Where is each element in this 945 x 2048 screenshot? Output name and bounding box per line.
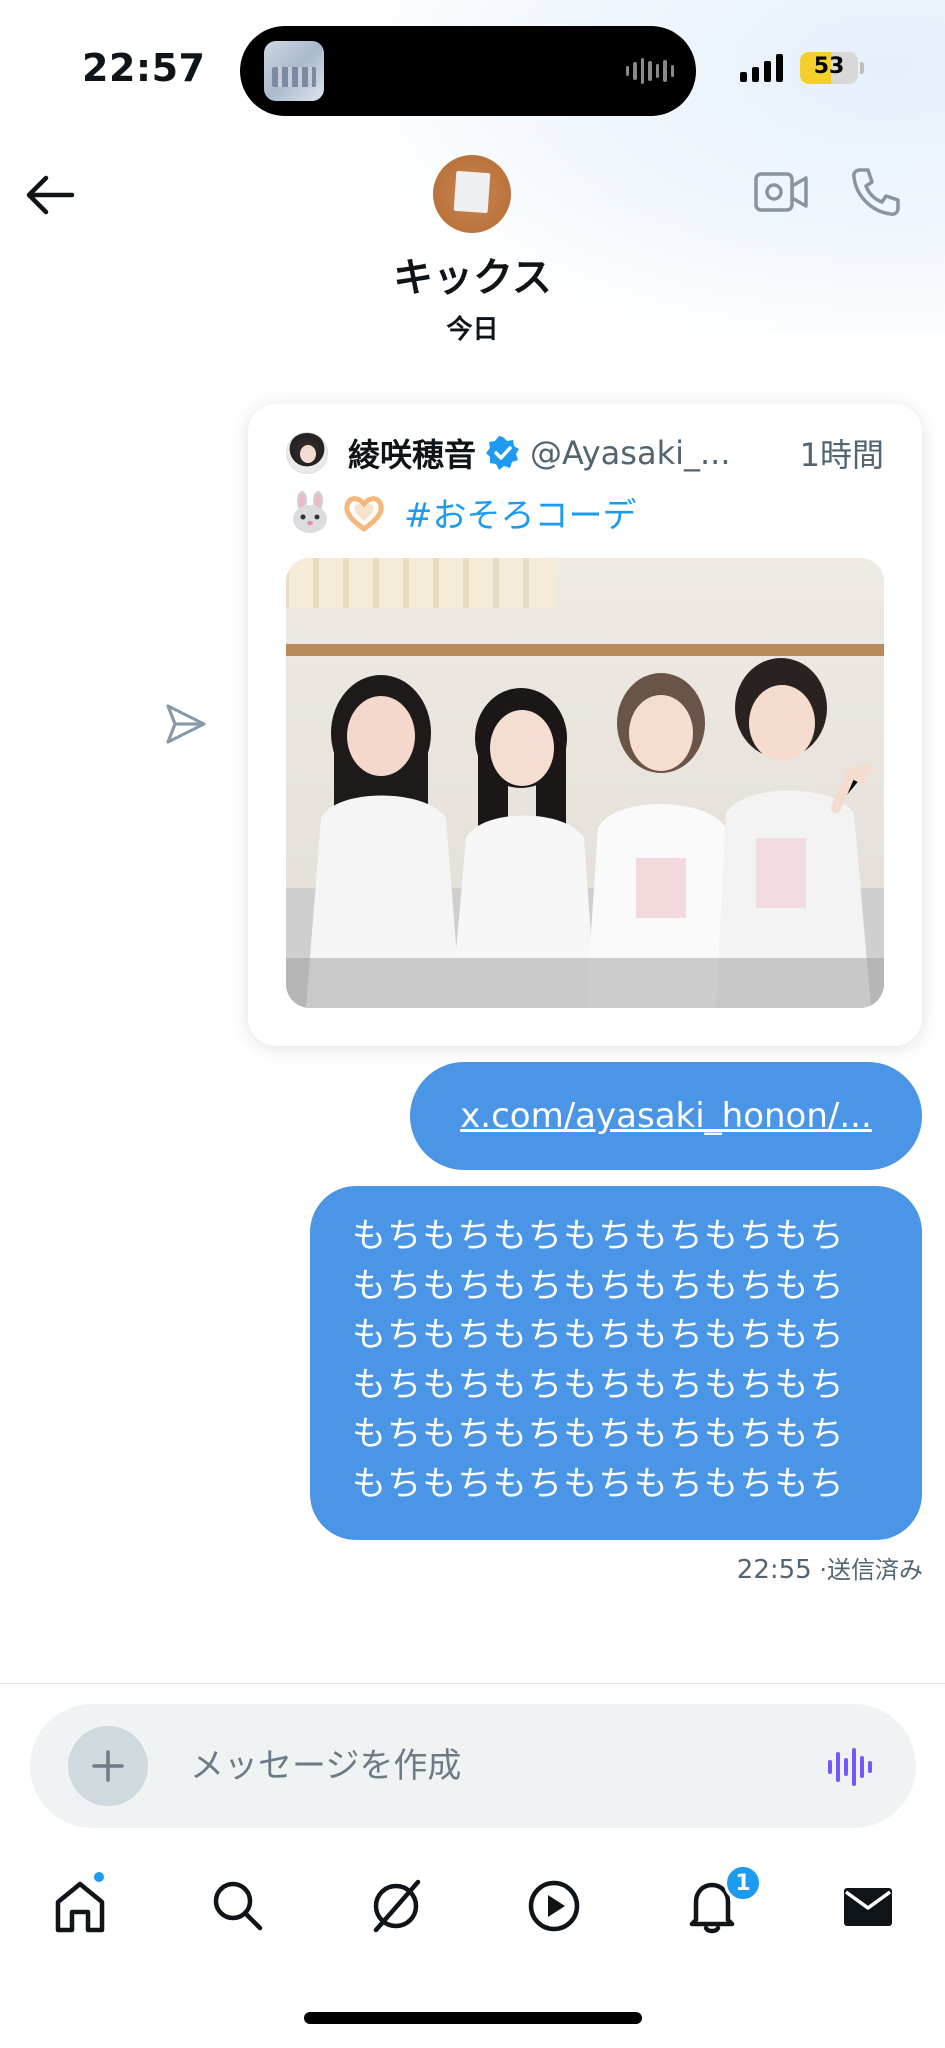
shared-post-card[interactable]: 綾咲穂音 @Ayasaki_... 1時間 #おそろコーデ <box>248 404 922 1046</box>
message-status: 22:55 ·送信済み <box>737 1550 923 1585</box>
message-line: もちもちもちもちもちもちもち <box>352 1364 845 1405</box>
post-author-avatar[interactable] <box>286 432 328 474</box>
message-sent-time: 22:55 <box>736 1555 812 1585</box>
status-time: 22:57 <box>82 46 206 90</box>
link-message-bubble[interactable]: x.com/ayasaki_honon/... <box>410 1062 922 1170</box>
audio-wave-icon <box>626 58 674 84</box>
contact-avatar[interactable] <box>433 155 511 233</box>
message-composer <box>30 1704 916 1828</box>
message-line: もちもちもちもちもちもちもち <box>352 1315 845 1355</box>
message-line: もちもちもちもちもちもちもち <box>352 1463 845 1504</box>
heart-hands-emoji-icon <box>344 495 384 532</box>
post-text: #おそろコーデ <box>288 488 637 537</box>
post-author-name[interactable]: 綾咲穂音 <box>348 430 476 476</box>
video-play-icon[interactable] <box>524 1876 584 1936</box>
message-line: もちもちもちもちもちもちもち <box>352 1216 845 1256</box>
contact-name[interactable]: キックス <box>0 245 945 303</box>
text-message-bubble[interactable]: もちもちもちもちもちもちもち もちもちもちもちもちもちもち もちもちもちもちもち… <box>310 1186 922 1540</box>
group-photo-illustration <box>286 558 884 1008</box>
battery-level: 53 <box>813 54 845 79</box>
phone-icon[interactable] <box>850 166 902 218</box>
messages-envelope-icon[interactable] <box>838 1876 898 1936</box>
home-indicator <box>304 2012 642 2024</box>
message-sent-status: ·送信済み <box>819 1556 923 1584</box>
now-playing-thumbnail <box>264 41 324 101</box>
back-arrow-icon[interactable] <box>22 170 78 220</box>
rabbit-emoji-icon <box>293 490 327 533</box>
plus-icon <box>92 1750 124 1782</box>
conversation-date-label: 今日 <box>446 315 499 345</box>
verified-badge-icon <box>486 436 520 470</box>
home-icon[interactable] <box>50 1876 110 1936</box>
home-unread-dot <box>92 1870 106 1884</box>
dynamic-island[interactable] <box>240 26 696 116</box>
voice-wave-icon[interactable] <box>826 1746 874 1788</box>
post-author-handle: @Ayasaki_... <box>530 434 731 472</box>
battery-icon: 53 <box>800 52 858 84</box>
notifications-badge: 1 <box>724 1864 762 1902</box>
search-icon[interactable] <box>208 1876 268 1936</box>
post-time: 1時間 <box>799 436 884 474</box>
link-message-text[interactable]: x.com/ayasaki_honon/... <box>460 1096 872 1136</box>
grok-icon[interactable] <box>366 1876 426 1936</box>
post-hashtag[interactable]: #おそろコーデ <box>404 488 637 537</box>
message-line: もちもちもちもちもちもちもち <box>352 1265 845 1306</box>
video-camera-icon[interactable] <box>754 168 808 216</box>
post-photo[interactable] <box>286 558 884 1008</box>
add-attachment-button[interactable] <box>68 1726 148 1806</box>
share-send-icon[interactable] <box>164 702 208 746</box>
composer-divider <box>0 1683 945 1684</box>
battery-tip <box>860 62 864 74</box>
cellular-signal-icon <box>740 54 783 82</box>
post-header: 綾咲穂音 @Ayasaki_... 1時間 <box>348 430 884 476</box>
message-input[interactable] <box>190 1704 770 1828</box>
message-line: もちもちもちもちもちもちもち <box>352 1414 845 1454</box>
